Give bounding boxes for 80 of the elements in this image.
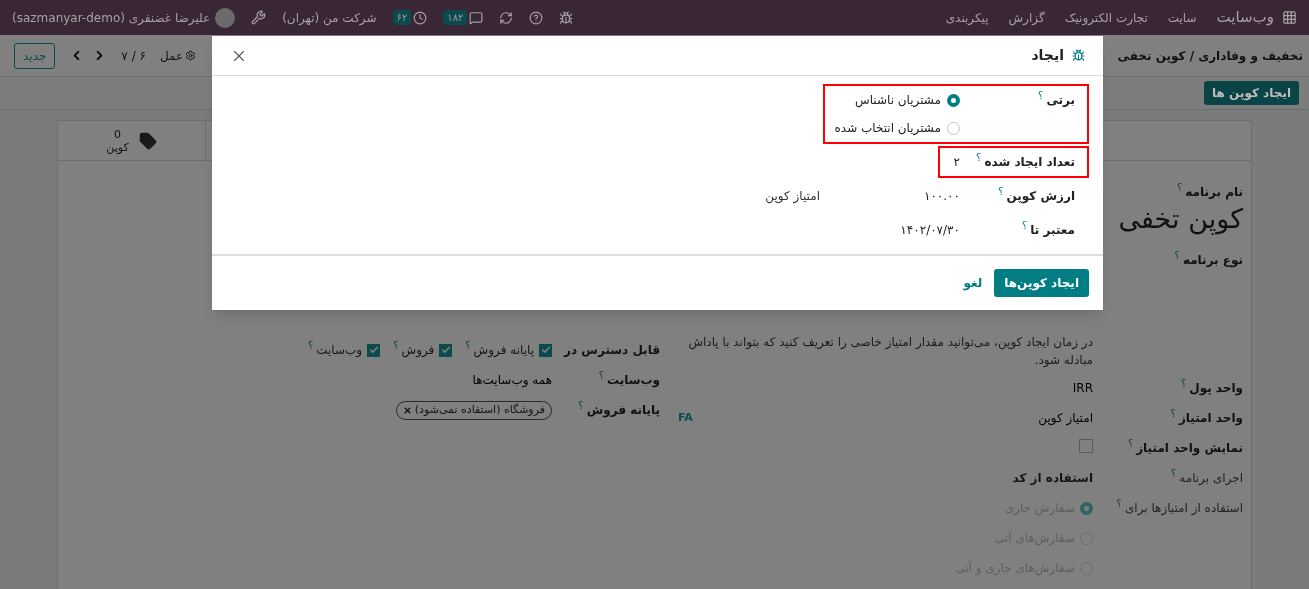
field-label: نمایش واحد امتیاز [1136, 440, 1243, 457]
clock-icon[interactable] [413, 10, 428, 25]
field-value: ۱۰۰.۰۰ [922, 188, 960, 205]
generate-coupons-button[interactable]: ایجاد کوپن ها [1204, 81, 1299, 105]
help-mark[interactable]: ؟ [1180, 379, 1187, 389]
checkbox[interactable] [539, 343, 552, 357]
field-label: پایانه فروش [586, 402, 660, 419]
help-mark[interactable]: ؟ [598, 371, 604, 381]
bug-icon [1072, 49, 1085, 62]
app-name[interactable]: وب‌سایت [1216, 6, 1274, 29]
radio-button[interactable] [947, 93, 960, 107]
stat-label: کوپن [106, 140, 129, 154]
description-text: در زمان ایجاد کوپن، می‌توانید مقدار امتیاز خاصی را تعریف کنید که بتواند با پاداش مبادله شود. [687, 334, 1093, 369]
menu-item[interactable]: گزارش [1008, 8, 1045, 27]
tools-icon[interactable] [251, 10, 267, 25]
count-badge: ۶۲ [392, 10, 412, 25]
checkbox[interactable] [1079, 439, 1093, 453]
field-value: استفاده از کد [1012, 470, 1093, 487]
count-badge: ۱۸۲ [443, 10, 468, 25]
help-mark[interactable]: ؟ [1170, 469, 1177, 479]
help-mark[interactable]: ؟ [1170, 409, 1176, 419]
gear-icon [185, 50, 197, 61]
field-label: معتبر تا [1030, 222, 1075, 239]
field-value: ۱۴۰۲/۰۷/۳۰ [899, 222, 960, 239]
field-label: وب‌سایت [606, 372, 660, 389]
field-label: واحد پول [1189, 380, 1243, 397]
language-button[interactable]: FA [678, 409, 693, 427]
field-value: ۲ [952, 154, 960, 171]
checkbox-label[interactable]: پایانه فروش [473, 341, 534, 359]
apps-menu-icon[interactable] [1282, 10, 1297, 25]
help-mark[interactable]: ؟ [998, 187, 1004, 197]
field-value: همه وب‌سایت‌ها [472, 372, 552, 389]
field-value: امتیاز کوپن [1038, 410, 1093, 427]
help-mark[interactable]: ؟ [1127, 439, 1134, 449]
action-menu[interactable]: عمل [159, 46, 197, 65]
bug-icon[interactable] [559, 10, 574, 25]
avatar[interactable] [215, 7, 236, 28]
pager: ۶ / ۷ [121, 47, 146, 65]
field-label: برتی [1046, 92, 1075, 109]
field-label: نوع برنامه [1182, 252, 1243, 269]
help-mark[interactable]: ؟ [1022, 221, 1028, 231]
field-label: ارزش کوپن [1006, 188, 1075, 205]
breadcrumb[interactable]: تخفیف و وفاداری / کوپن تخفی [1117, 46, 1303, 65]
company-switcher[interactable]: شرکت من (تهران) [282, 8, 377, 27]
menu-item[interactable]: سایت [1167, 8, 1197, 27]
radio-label[interactable]: مشتریان انتخاب شده [834, 119, 941, 137]
checkbox[interactable] [367, 343, 381, 357]
help-mark[interactable]: ؟ [393, 341, 399, 351]
help-mark[interactable]: ؟ [1038, 91, 1044, 101]
dialog-title: ایجاد [1031, 46, 1064, 65]
checkbox[interactable] [439, 343, 453, 357]
radio-label[interactable]: مشتریان ناشناس [855, 91, 941, 109]
help-mark[interactable]: ؟ [1174, 251, 1180, 261]
help-mark[interactable]: ؟ [578, 401, 584, 411]
user-menu[interactable]: علیرضا غضنفری (sazmanyar-demo) [12, 8, 211, 27]
field-label: تعداد ایجاد شده [984, 154, 1075, 171]
field-unit: امتیاز کوپن [765, 188, 820, 205]
help-mark[interactable]: ؟ [976, 153, 982, 163]
field-value: IRR [1072, 380, 1093, 397]
field-label: اجرای برنامه [1179, 470, 1243, 487]
help-mark[interactable]: ؟ [465, 341, 471, 351]
field-label: نام برنامه [1185, 184, 1243, 201]
help-mark[interactable]: ؟ [307, 341, 314, 351]
menu-item[interactable]: تجارت الکترونیک [1064, 8, 1148, 27]
cancel-link[interactable]: لغو [963, 274, 983, 292]
menu-item[interactable]: پیکربندی [945, 8, 989, 27]
help-mark[interactable]: ؟ [1177, 183, 1183, 193]
field-label: استفاده از امتیازها برای [1124, 500, 1243, 517]
new-button[interactable]: جدید [14, 42, 56, 69]
chat-icon[interactable] [469, 10, 484, 25]
tag-icon [138, 131, 157, 150]
field-label: قابل دسترس در [564, 342, 660, 359]
field-label: واحد امتیاز [1178, 410, 1243, 427]
checkbox-label[interactable]: وب‌سایت [316, 341, 363, 359]
stat-count: 0 [114, 127, 121, 141]
remove-icon[interactable] [402, 405, 412, 415]
create-button[interactable]: ایجاد کوپن‌ها [994, 269, 1089, 297]
refresh-icon[interactable] [499, 10, 514, 25]
checkbox-label[interactable]: فروش [401, 341, 435, 359]
help-icon[interactable] [529, 10, 544, 25]
